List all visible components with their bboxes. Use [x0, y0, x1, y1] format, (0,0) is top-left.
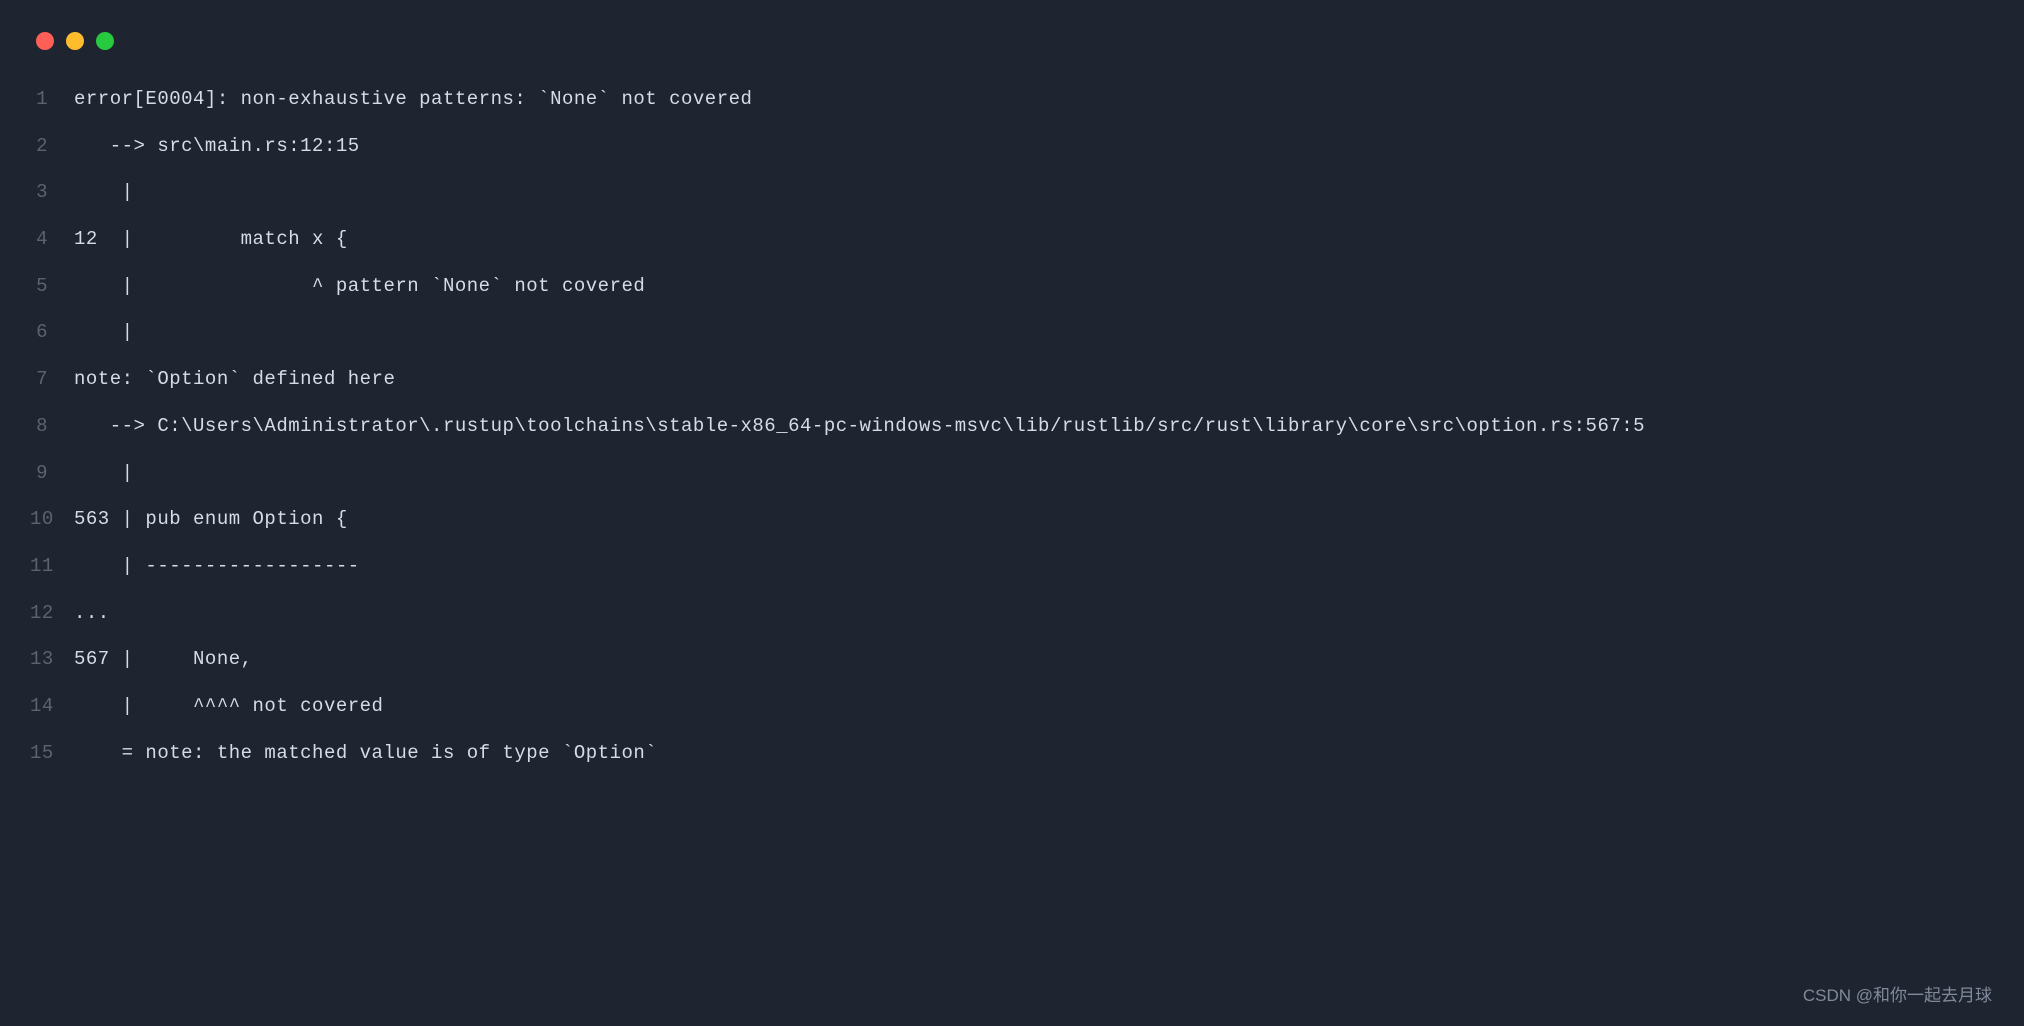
code-line: 14 | ^^^^ not covered [30, 683, 2012, 730]
line-number: 7 [30, 356, 74, 403]
code-content: = note: the matched value is of type `Op… [74, 730, 657, 777]
line-number: 4 [30, 216, 74, 263]
line-number: 15 [30, 730, 74, 777]
watermark: CSDN @和你一起去月球 [1803, 981, 1992, 1006]
line-number: 13 [30, 636, 74, 683]
code-content: --> src\main.rs:12:15 [74, 123, 360, 170]
code-content: 563 | pub enum Option { [74, 496, 348, 543]
code-content: | ------------------ [74, 543, 360, 590]
line-number: 11 [30, 543, 74, 590]
line-number: 14 [30, 683, 74, 730]
code-line: 10 563 | pub enum Option { [30, 496, 2012, 543]
line-number: 1 [30, 76, 74, 123]
code-line: 5 | ^ pattern `None` not covered [30, 263, 2012, 310]
code-content: --> C:\Users\Administrator\.rustup\toolc… [74, 403, 1645, 450]
line-number: 3 [30, 169, 74, 216]
line-number: 10 [30, 496, 74, 543]
line-number: 8 [30, 403, 74, 450]
code-line: 8 --> C:\Users\Administrator\.rustup\too… [30, 403, 2012, 450]
code-content: | [74, 309, 134, 356]
code-line: 3 | [30, 169, 2012, 216]
code-line: 13 567 | None, [30, 636, 2012, 683]
code-content: 12 | match x { [74, 216, 348, 263]
code-line: 2 --> src\main.rs:12:15 [30, 123, 2012, 170]
code-line: 12 ... [30, 590, 2012, 637]
line-number: 12 [30, 590, 74, 637]
line-number: 2 [30, 123, 74, 170]
line-number: 9 [30, 450, 74, 497]
code-line: 11 | ------------------ [30, 543, 2012, 590]
code-line: 9 | [30, 450, 2012, 497]
code-line: 6 | [30, 309, 2012, 356]
maximize-icon[interactable] [96, 32, 114, 50]
code-line: 7 note: `Option` defined here [30, 356, 2012, 403]
code-content: note: `Option` defined here [74, 356, 395, 403]
line-number: 6 [30, 309, 74, 356]
code-content: | ^^^^ not covered [74, 683, 383, 730]
code-line: 1 error[E0004]: non-exhaustive patterns:… [30, 76, 2012, 123]
minimize-icon[interactable] [66, 32, 84, 50]
code-content: | [74, 169, 134, 216]
code-content: | ^ pattern `None` not covered [74, 263, 645, 310]
close-icon[interactable] [36, 32, 54, 50]
code-area: 1 error[E0004]: non-exhaustive patterns:… [12, 70, 2012, 776]
traffic-lights [12, 12, 2012, 70]
code-content: 567 | None, [74, 636, 253, 683]
code-line: 4 12 | match x { [30, 216, 2012, 263]
editor-window: 1 error[E0004]: non-exhaustive patterns:… [12, 12, 2012, 1014]
code-content: error[E0004]: non-exhaustive patterns: `… [74, 76, 752, 123]
code-content: | [74, 450, 134, 497]
line-number: 5 [30, 263, 74, 310]
code-line: 15 = note: the matched value is of type … [30, 730, 2012, 777]
code-content: ... [74, 590, 110, 637]
